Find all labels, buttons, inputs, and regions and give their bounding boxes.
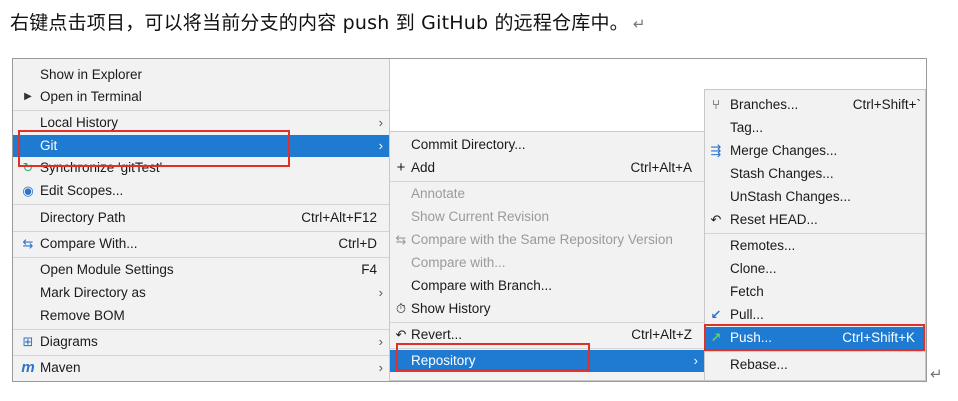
menu-item-tag[interactable]: Tag...	[705, 117, 925, 139]
separator	[13, 257, 389, 258]
menu-item-annotate[interactable]: Annotate	[390, 183, 704, 205]
shortcut-label: F4	[361, 262, 377, 277]
separator	[390, 348, 704, 349]
menu-item-git[interactable]: Git ›	[13, 135, 389, 157]
separator	[13, 231, 389, 232]
compare-icon: ⇆	[395, 232, 407, 247]
submenu-arrow-icon: ›	[378, 285, 383, 300]
menu-item-repository[interactable]: Repository ›	[390, 350, 704, 372]
sync-icon: ↻	[22, 160, 34, 175]
revert-icon: ↶	[395, 327, 407, 342]
menu-item-clone[interactable]: Clone...	[705, 258, 925, 280]
maven-icon: m	[21, 359, 35, 376]
menu-item-compare-same-repo-version[interactable]: ⇆ Compare with the Same Repository Versio…	[390, 229, 704, 251]
git-submenu: Commit Directory... + Add Ctrl+Alt+A Annot…	[389, 131, 705, 381]
project-context-menu: Show in Explorer ▶ Open in Terminal Local…	[13, 59, 390, 381]
menu-item-add[interactable]: + Add Ctrl+Alt+A	[390, 157, 704, 179]
menu-item-fetch[interactable]: Fetch	[705, 281, 925, 303]
clock-icon: ⏱	[395, 301, 407, 316]
shortcut-label: Ctrl+Shift+`	[852, 97, 921, 112]
pull-icon: ↙	[710, 307, 722, 322]
menu-item-open-module-settings[interactable]: Open Module Settings F4	[13, 259, 389, 281]
menu-item-commit-directory[interactable]: Commit Directory...	[390, 134, 704, 156]
paragraph-return-icon: ↵	[930, 365, 943, 383]
menu-item-remotes[interactable]: Remotes...	[705, 235, 925, 257]
scope-icon: ◉	[22, 183, 34, 198]
push-icon: ↗	[710, 330, 722, 345]
menu-item-show-current-revision[interactable]: Show Current Revision	[390, 206, 704, 228]
separator	[705, 351, 925, 352]
menu-item-maven[interactable]: m Maven ›	[13, 357, 389, 379]
separator	[13, 329, 389, 330]
separator	[390, 181, 704, 182]
shortcut-label: Ctrl+Alt+Z	[631, 327, 692, 342]
menu-item-stash-changes[interactable]: Stash Changes...	[705, 163, 925, 185]
merge-icon: ⇶	[710, 143, 722, 158]
compare-icon: ⇆	[22, 236, 34, 251]
menu-item-compare-with-branch[interactable]: Compare with Branch...	[390, 275, 704, 297]
menu-item-diagrams[interactable]: ⊞ Diagrams ›	[13, 331, 389, 353]
menu-item-directory-path[interactable]: Directory Path Ctrl+Alt+F12	[13, 207, 389, 229]
separator	[13, 355, 389, 356]
menu-item-push[interactable]: ↗ Push... Ctrl+Shift+K	[705, 327, 925, 349]
menu-item-open-in-terminal[interactable]: ▶ Open in Terminal	[13, 86, 389, 108]
submenu-arrow-icon: ›	[378, 334, 383, 349]
menu-item-synchronize[interactable]: ↻ Synchronize 'gitTest'	[13, 157, 389, 179]
branch-icon: ⑂	[712, 97, 720, 112]
separator	[705, 233, 925, 234]
revert-icon: ↶	[710, 212, 722, 227]
plus-icon: +	[396, 159, 406, 176]
caption-text: 右键点击项目，可以将当前分支的内容 push 到 GitHub 的远程仓库中。	[10, 12, 629, 34]
separator	[13, 204, 389, 205]
menu-item-edit-scopes[interactable]: ◉ Edit Scopes...	[13, 180, 389, 202]
menu-item-compare-with[interactable]: ⇆ Compare With... Ctrl+D	[13, 233, 389, 255]
submenu-arrow-icon: ›	[693, 353, 698, 368]
document-caption: 右键点击项目，可以将当前分支的内容 push 到 GitHub 的远程仓库中。 ↵	[10, 8, 646, 35]
menu-item-remove-bom[interactable]: Remove BOM	[13, 305, 389, 327]
menu-item-reset-head[interactable]: ↶ Reset HEAD...	[705, 209, 925, 231]
menu-item-show-in-explorer[interactable]: Show in Explorer	[13, 64, 389, 86]
menu-item-rebase[interactable]: Rebase...	[705, 354, 925, 376]
menu-item-branches[interactable]: ⑂ Branches... Ctrl+Shift+`	[705, 94, 925, 116]
diagram-icon: ⊞	[22, 334, 34, 349]
paragraph-return-icon: ↵	[632, 15, 646, 33]
menu-item-show-history[interactable]: ⏱ Show History	[390, 298, 704, 320]
shortcut-label: Ctrl+Shift+K	[842, 330, 915, 345]
menu-item-pull[interactable]: ↙ Pull...	[705, 304, 925, 326]
shortcut-label: Ctrl+D	[338, 236, 377, 251]
submenu-arrow-icon: ›	[378, 360, 383, 375]
menu-item-unstash-changes[interactable]: UnStash Changes...	[705, 186, 925, 208]
menu-item-mark-directory-as[interactable]: Mark Directory as ›	[13, 282, 389, 304]
menu-item-local-history[interactable]: Local History ›	[13, 112, 389, 134]
submenu-arrow-icon: ›	[378, 115, 383, 130]
terminal-icon: ▶	[24, 91, 32, 102]
menu-item-revert[interactable]: ↶ Revert... Ctrl+Alt+Z	[390, 324, 704, 346]
menu-item-compare-with[interactable]: Compare with...	[390, 252, 704, 274]
submenu-arrow-icon: ›	[378, 138, 383, 153]
shortcut-label: Ctrl+Alt+A	[630, 160, 692, 175]
shortcut-label: Ctrl+Alt+F12	[301, 210, 377, 225]
separator	[13, 110, 389, 111]
separator	[390, 322, 704, 323]
menu-item-merge-changes[interactable]: ⇶ Merge Changes...	[705, 140, 925, 162]
repository-submenu: ⑂ Branches... Ctrl+Shift+` Tag... ⇶ Merge C…	[704, 89, 926, 381]
screenshot-frame: Show in Explorer ▶ Open in Terminal Local…	[12, 58, 927, 382]
